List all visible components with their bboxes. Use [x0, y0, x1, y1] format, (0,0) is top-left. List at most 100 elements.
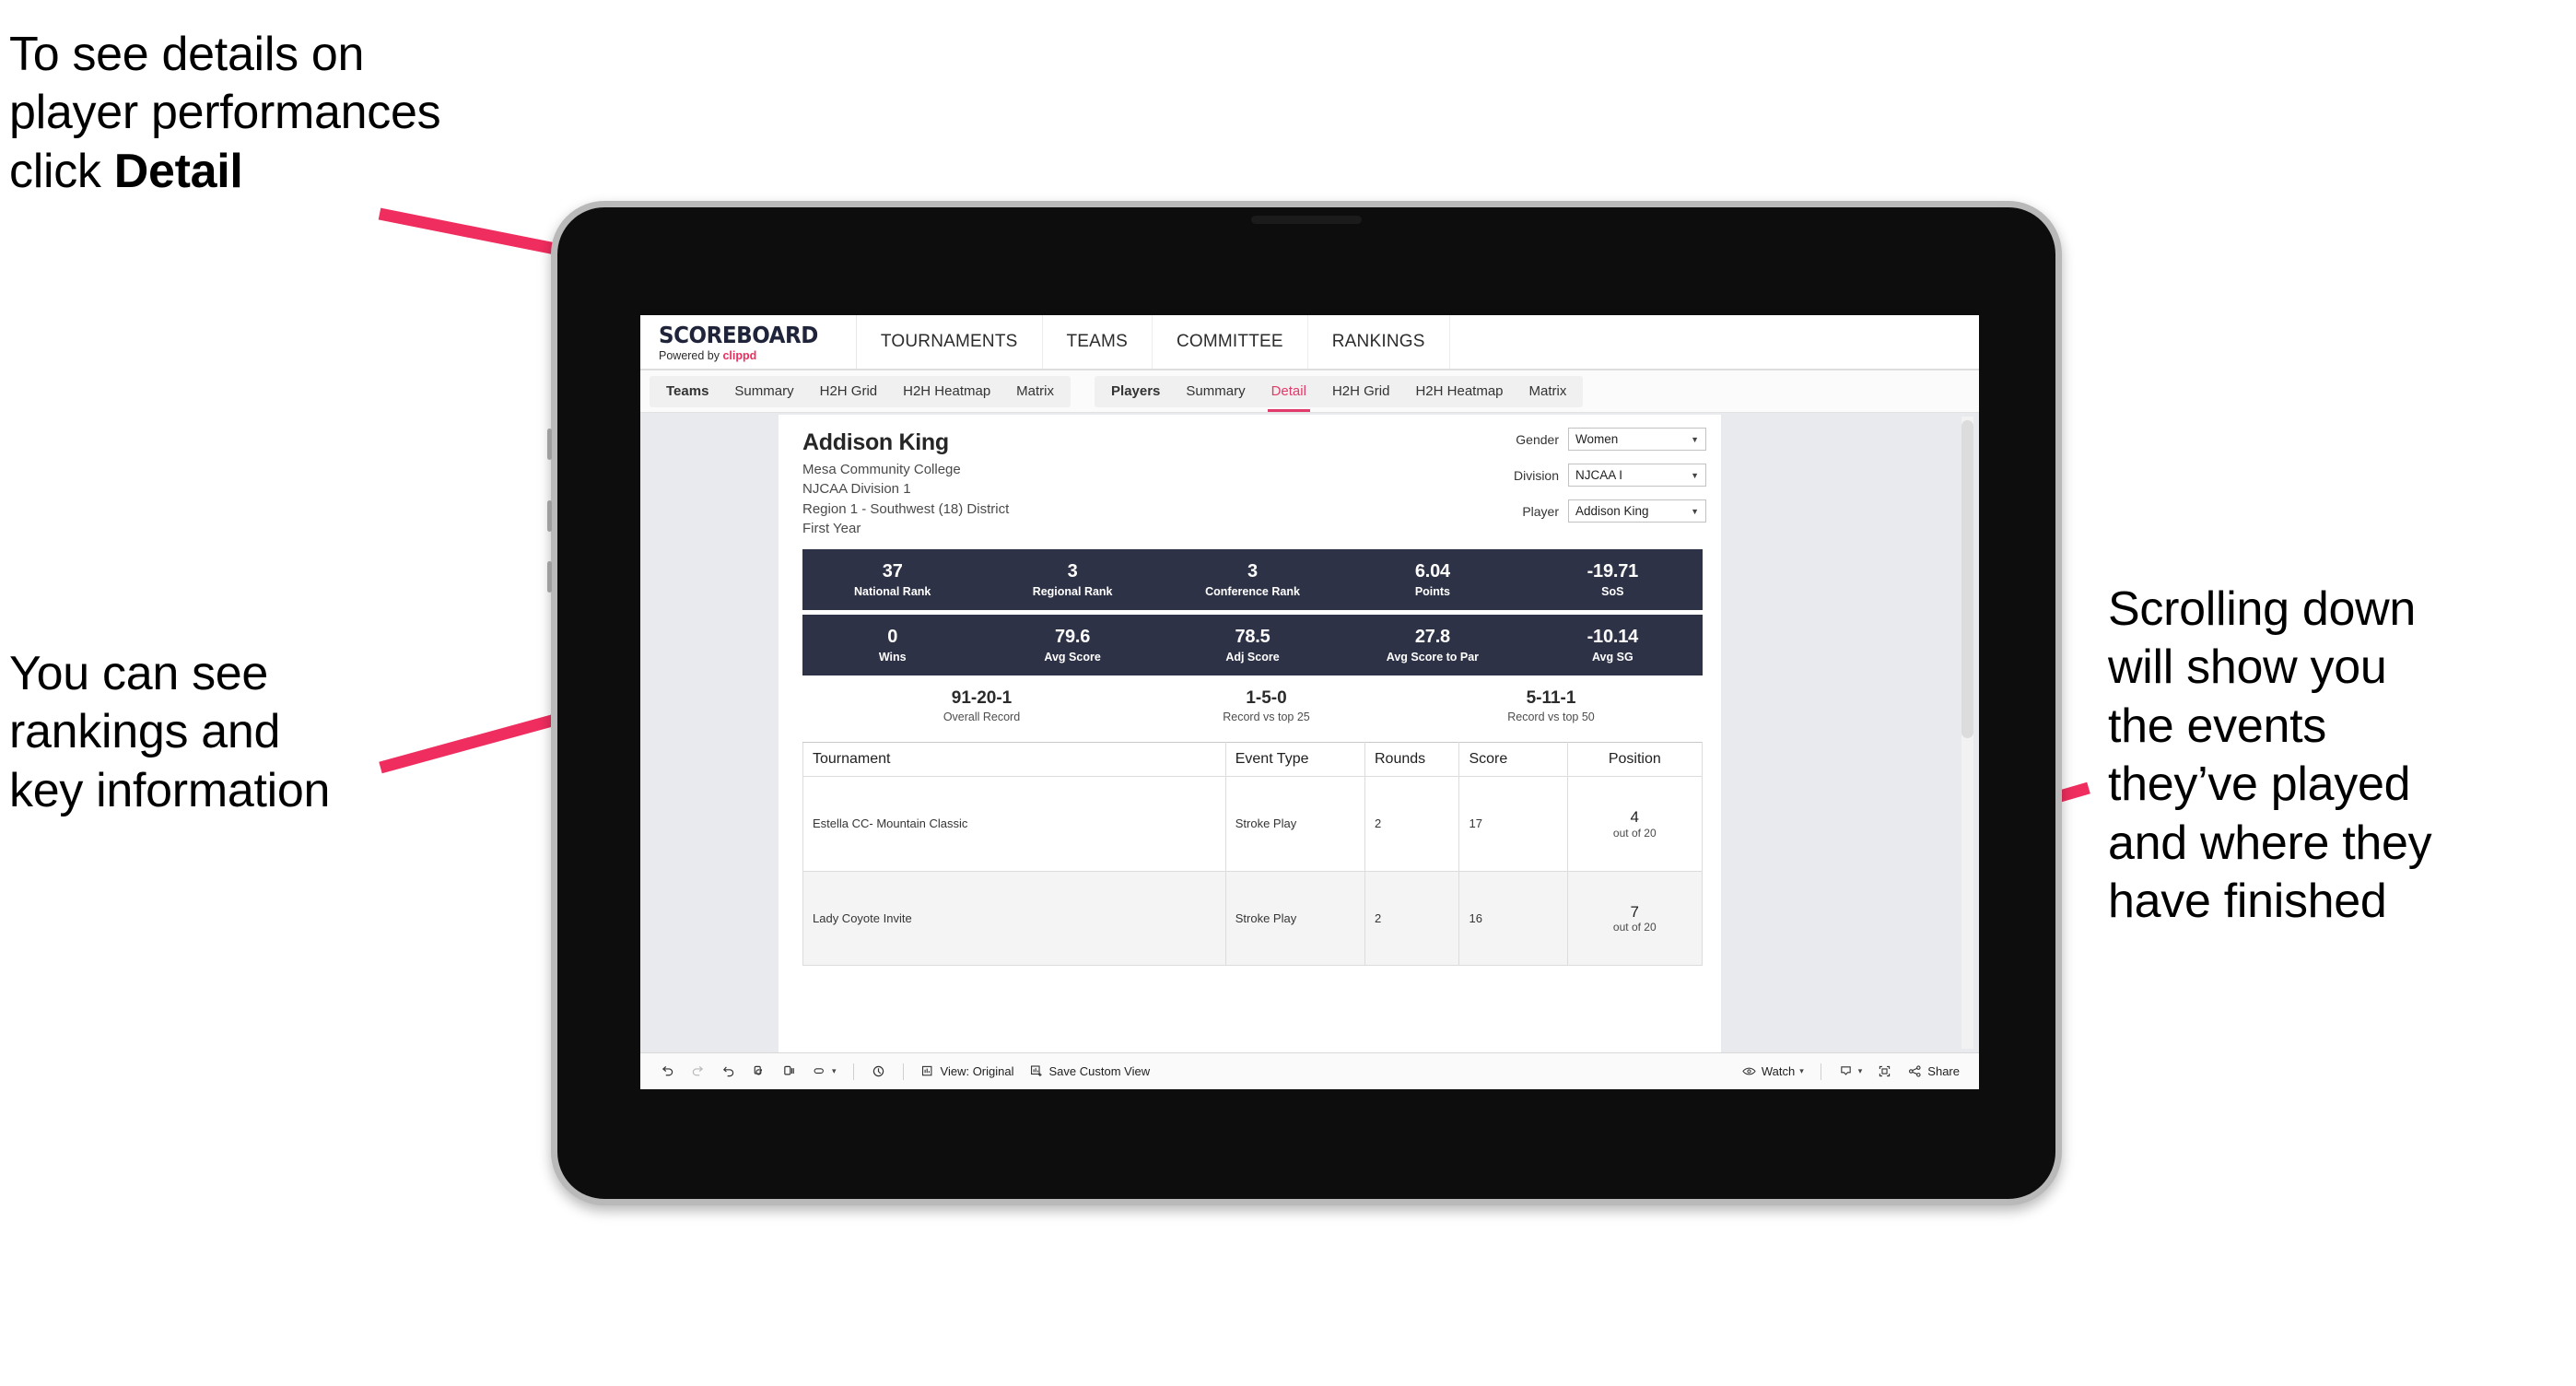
logo-powered-by-text: Powered by [659, 349, 723, 363]
secondary-navigation: Teams Summary H2H Grid H2H Heatmap Matri… [640, 370, 1979, 413]
cell-position: 7 out of 20 [1566, 870, 1704, 967]
watch-button[interactable]: Watch ▾ [1735, 1059, 1810, 1085]
slide-canvas: To see details on player performances cl… [0, 0, 2576, 1386]
fullscreen-icon [1877, 1063, 1892, 1079]
tab-players-matrix[interactable]: Matrix [1516, 376, 1580, 407]
tab-teams-h2h-heatmap[interactable]: H2H Heatmap [890, 376, 1003, 407]
annotation-right: Scrolling down will show you the events … [2108, 582, 2432, 929]
nav-item-tournaments[interactable]: TOURNAMENTS [857, 315, 1043, 369]
stat-avg-sg-value: -10.14 [1587, 627, 1639, 648]
revert-button[interactable] [714, 1059, 743, 1085]
table-row[interactable]: Lady Coyote Invite Stroke Play 2 16 7 ou… [802, 870, 1704, 967]
app-header: SCOREBOARD Powered by clippd TOURNAMENTS… [640, 315, 1979, 370]
download-button[interactable]: ▾ [1832, 1059, 1869, 1085]
viz-toolbar: ▾ View: Original Save Custom View Watch … [640, 1052, 1979, 1089]
record-vs-top-25: 1-5-0 Record vs top 25 [1124, 688, 1409, 723]
cell-position: 4 out of 20 [1566, 776, 1704, 872]
stat-wins: 0 Wins [802, 627, 982, 663]
stat-avg-score-to-par: 27.8 Avg Score to Par [1342, 627, 1522, 663]
events-table-header-row: Tournament Event Type Rounds Score Posit… [802, 742, 1704, 778]
pause-icon [781, 1063, 797, 1079]
tab-teams-matrix[interactable]: Matrix [1003, 376, 1067, 407]
cell-score: 16 [1458, 870, 1568, 967]
refresh-button[interactable] [744, 1059, 773, 1085]
col-header-score[interactable]: Score [1458, 742, 1568, 778]
view-original-button[interactable]: View: Original [914, 1059, 1021, 1085]
tab-players-detail[interactable]: Detail [1259, 376, 1319, 412]
highlight-button[interactable]: ▾ [805, 1059, 843, 1085]
stat-regional-rank-value: 3 [1067, 561, 1078, 582]
save-custom-view-button[interactable]: Save Custom View [1023, 1059, 1157, 1085]
record-vs-top-50-value: 5-11-1 [1526, 688, 1576, 709]
vertical-scrollbar[interactable] [1961, 417, 1973, 1049]
stat-avg-score-to-par-label: Avg Score to Par [1386, 650, 1480, 664]
stat-points: 6.04 Points [1342, 561, 1522, 597]
pause-button[interactable] [775, 1059, 803, 1085]
tab-players-summary[interactable]: Summary [1173, 376, 1258, 407]
stat-conference-rank-label: Conference Rank [1205, 584, 1300, 598]
fullscreen-button[interactable] [1870, 1059, 1899, 1085]
redo-icon [690, 1063, 706, 1079]
tab-players-h2h-heatmap[interactable]: H2H Heatmap [1402, 376, 1516, 407]
cell-position-number: 7 [1630, 902, 1640, 921]
redo-button[interactable] [684, 1059, 712, 1085]
stat-avg-score: 79.6 Avg Score [982, 627, 1162, 663]
tab-teams[interactable]: Teams [653, 376, 721, 407]
volume-down-button[interactable] [547, 500, 552, 532]
col-header-rounds[interactable]: Rounds [1364, 742, 1460, 778]
undo-button[interactable] [653, 1059, 682, 1085]
table-row[interactable]: Estella CC- Mountain Classic Stroke Play… [802, 776, 1704, 872]
tab-teams-summary[interactable]: Summary [721, 376, 806, 407]
stat-avg-sg: -10.14 Avg SG [1523, 627, 1703, 663]
cell-position-number: 4 [1630, 808, 1640, 827]
stat-national-rank: 37 National Rank [802, 561, 982, 597]
stat-regional-rank: 3 Regional Rank [982, 561, 1162, 597]
highlight-icon [812, 1063, 827, 1079]
clock-button[interactable] [864, 1059, 893, 1085]
filter-player: Player Addison King ▼ [1502, 499, 1706, 523]
stat-sos: -19.71 SoS [1523, 561, 1703, 597]
nav-item-teams[interactable]: TEAMS [1043, 315, 1153, 369]
cell-tournament: Estella CC- Mountain Classic [802, 776, 1226, 872]
col-header-position[interactable]: Position [1566, 742, 1704, 778]
filter-gender: Gender Women ▼ [1502, 428, 1706, 451]
record-vs-top-25-label: Record vs top 25 [1223, 711, 1310, 724]
stat-sos-value: -19.71 [1587, 561, 1639, 582]
tab-teams-h2h-grid[interactable]: H2H Grid [807, 376, 891, 407]
filter-division: Division NJCAA I ▼ [1502, 464, 1706, 487]
tab-players[interactable]: Players [1098, 376, 1173, 407]
cell-score: 17 [1458, 776, 1568, 872]
filter-gender-select[interactable]: Women ▼ [1568, 428, 1706, 451]
eye-icon [1741, 1063, 1757, 1079]
annotation-top-left: To see details on player performances cl… [9, 26, 617, 201]
filter-division-select[interactable]: NJCAA I ▼ [1568, 464, 1706, 487]
record-overall-value: 91-20-1 [951, 688, 1013, 709]
volume-up-button[interactable] [547, 429, 552, 460]
filter-player-label: Player [1522, 503, 1559, 519]
logo-title: SCOREBOARD [659, 322, 818, 349]
nav-item-committee[interactable]: COMMITTEE [1153, 315, 1308, 369]
power-button[interactable] [547, 561, 552, 593]
col-header-tournament[interactable]: Tournament [802, 742, 1226, 778]
stat-wins-value: 0 [887, 627, 898, 648]
filter-gender-value: Women [1575, 432, 1619, 446]
record-vs-top-25-value: 1-5-0 [1246, 688, 1287, 709]
player-detail-card: Addison King Mesa Community College NJCA… [779, 415, 1721, 1052]
filter-player-select[interactable]: Addison King ▼ [1568, 499, 1706, 523]
dropdown-caret-icon: ▾ [1857, 1066, 1863, 1075]
stat-avg-sg-label: Avg SG [1591, 650, 1633, 664]
col-header-event-type[interactable]: Event Type [1224, 742, 1366, 778]
undo-icon [660, 1063, 675, 1079]
stat-conference-rank: 3 Conference Rank [1163, 561, 1342, 597]
cell-rounds: 2 [1364, 776, 1460, 872]
stat-avg-score-value: 79.6 [1055, 627, 1091, 648]
save-custom-view-icon [1029, 1063, 1045, 1079]
app-logo[interactable]: SCOREBOARD Powered by clippd [640, 315, 857, 369]
dropdown-caret-icon: ▾ [1799, 1066, 1804, 1075]
watch-label: Watch [1761, 1064, 1796, 1078]
share-button[interactable]: Share [1901, 1059, 1966, 1085]
view-original-icon [920, 1063, 936, 1079]
tab-players-h2h-grid[interactable]: H2H Grid [1319, 376, 1403, 407]
nav-item-rankings[interactable]: RANKINGS [1308, 315, 1450, 369]
vertical-scrollbar-thumb[interactable] [1961, 420, 1973, 738]
